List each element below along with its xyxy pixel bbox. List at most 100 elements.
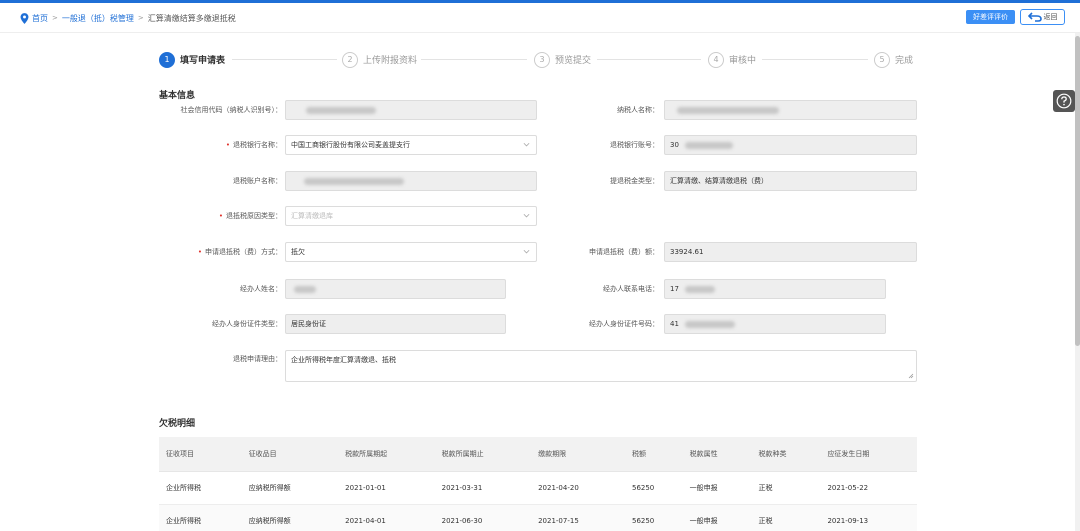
location-pin-icon xyxy=(20,12,29,24)
agent-name-field xyxy=(285,279,506,299)
reason-textarea[interactable]: 企业所得税年度汇算清缴退、抵税 xyxy=(285,350,917,382)
chevron-down-icon xyxy=(523,213,530,218)
chevron-down-icon xyxy=(523,142,530,147)
reason-type-placeholder: 汇算清缴退库 xyxy=(291,212,333,220)
account-holder-field xyxy=(285,171,537,191)
step-label: 填写申请表 xyxy=(180,56,226,66)
column-header: 税额 xyxy=(624,437,683,472)
tax-type-field: 汇算清缴、结算清缴退税（费） xyxy=(664,171,917,191)
table-header-row: 征收项目 征收品目 税款所属期起 税款所属期止 缴款期限 税额 税款属性 税款种… xyxy=(159,437,917,472)
arrears-title: 欠税明细 xyxy=(159,419,196,429)
chevron-down-icon xyxy=(523,249,530,254)
id-number-value: 41 xyxy=(670,320,679,328)
step-upload: 2 上传附报资料 xyxy=(342,51,417,68)
agent-phone-field: 17 xyxy=(664,279,886,299)
bank-name-value: 中国工商银行股份有限公司麦盖提支行 xyxy=(291,141,410,149)
table-cell: 2021-07-15 xyxy=(531,504,625,531)
rate-button[interactable]: 好差评评价 xyxy=(966,10,1015,24)
breadcrumb-current: 汇算清缴结算多缴退抵税 xyxy=(147,13,236,23)
bank-name-select[interactable]: 中国工商银行股份有限公司麦盖提支行 xyxy=(285,135,537,155)
reason-type-select[interactable]: 汇算清缴退库 xyxy=(285,206,537,226)
redacted-value xyxy=(685,142,733,149)
method-select[interactable]: 抵欠 xyxy=(285,242,537,262)
return-arrow-icon xyxy=(1027,12,1042,22)
redacted-value xyxy=(685,286,715,293)
column-header: 税款所属期起 xyxy=(338,437,435,472)
bank-account-value: 30 xyxy=(670,141,679,149)
column-header: 征收品目 xyxy=(241,437,339,472)
redacted-value xyxy=(685,321,735,328)
breadcrumb-separator: > xyxy=(137,14,144,22)
step-preview: 3 预览提交 xyxy=(534,51,591,68)
resize-grip-icon[interactable] xyxy=(908,373,914,379)
table-row: 企业所得税 应纳税所得额 2021-04-01 2021-06-30 2021-… xyxy=(159,504,917,531)
id-number-label: 经办人身份证件号码： xyxy=(589,320,659,328)
table-cell: 企业所得税 xyxy=(159,504,242,531)
arrears-table: 征收项目 征收品目 税款所属期起 税款所属期止 缴款期限 税额 税款属性 税款种… xyxy=(159,437,917,531)
table-cell: 一般申报 xyxy=(682,471,752,505)
step-number: 4 xyxy=(708,51,724,68)
breadcrumb-separator: > xyxy=(52,14,58,22)
step-number: 3 xyxy=(534,51,550,68)
step-fill-form: 1 填写申请表 xyxy=(159,51,225,68)
breadcrumb-home-link[interactable]: 首页 xyxy=(32,13,48,24)
step-connector xyxy=(232,59,337,60)
breadcrumb: 首页 > 一般退（抵）税管理 > 汇算清缴结算多缴退抵税 xyxy=(20,11,236,25)
step-number: 2 xyxy=(342,51,358,68)
column-header: 税款属性 xyxy=(682,437,752,472)
bank-name-label: • 退税银行名称： xyxy=(225,141,282,149)
table-cell: 应纳税所得额 xyxy=(241,504,339,531)
table-cell: 正税 xyxy=(751,504,821,531)
table-cell: 正税 xyxy=(751,471,821,505)
id-number-field: 41 xyxy=(664,314,886,334)
column-header: 税款所属期止 xyxy=(434,437,532,472)
table-cell: 一般申报 xyxy=(682,504,752,531)
step-review: 4 审核中 xyxy=(708,51,756,68)
top-accent-bar xyxy=(0,0,1080,3)
amount-field: 33924.61 xyxy=(664,242,917,262)
tax-type-label: 提退税金类型： xyxy=(610,177,659,185)
id-type-field: 居民身份证 xyxy=(285,314,506,334)
credit-code-label: 社会信用代码（纳税人识别号）： xyxy=(180,106,283,114)
method-label: • 申请退抵税（费）方式： xyxy=(197,248,282,256)
header-divider xyxy=(0,32,1080,33)
taxpayer-name-field xyxy=(664,100,917,120)
column-header: 征收项目 xyxy=(159,437,242,472)
agent-phone-value: 17 xyxy=(670,285,679,293)
table-cell: 2021-05-22 xyxy=(820,471,917,505)
method-value: 抵欠 xyxy=(291,248,305,256)
help-button[interactable] xyxy=(1053,90,1075,112)
breadcrumb-level1-link[interactable]: 一般退（抵）税管理 xyxy=(62,13,134,24)
scrollbar-thumb[interactable] xyxy=(1075,36,1080,346)
step-label: 上传附报资料 xyxy=(363,56,418,66)
table-cell: 企业所得税 xyxy=(159,471,242,505)
id-type-label: 经办人身份证件类型： xyxy=(212,320,282,328)
redacted-value xyxy=(294,286,316,293)
reason-type-label: • 退抵税原因类型： xyxy=(218,212,282,220)
agent-name-label: 经办人姓名： xyxy=(240,285,282,293)
table-cell: 2021-03-31 xyxy=(434,471,532,505)
table-cell: 56250 xyxy=(624,471,683,505)
table-cell: 应纳税所得额 xyxy=(241,471,339,505)
table-cell: 2021-06-30 xyxy=(434,504,532,531)
table-row: 企业所得税 应纳税所得额 2021-01-01 2021-03-31 2021-… xyxy=(159,471,917,505)
step-number: 5 xyxy=(874,51,890,68)
step-connector xyxy=(762,59,868,60)
table-cell: 2021-04-01 xyxy=(338,504,435,531)
table-cell: 2021-04-20 xyxy=(531,471,625,505)
amount-label: 申请退抵税（费）额： xyxy=(589,248,659,256)
question-mark-icon xyxy=(1056,93,1072,109)
table-cell: 56250 xyxy=(624,504,683,531)
credit-code-field xyxy=(285,100,537,120)
taxpayer-name-label: 纳税人名称： xyxy=(617,106,659,114)
redacted-value xyxy=(677,107,779,114)
step-number: 1 xyxy=(159,51,175,68)
step-label: 完成 xyxy=(895,56,914,66)
step-connector xyxy=(421,59,527,60)
redacted-value xyxy=(306,107,376,114)
back-button[interactable]: 返回 xyxy=(1020,9,1065,25)
table-cell: 2021-09-13 xyxy=(820,504,917,531)
table-cell: 2021-01-01 xyxy=(338,471,435,505)
back-button-label: 返回 xyxy=(1043,13,1058,21)
column-header: 应征发生日期 xyxy=(820,437,917,472)
